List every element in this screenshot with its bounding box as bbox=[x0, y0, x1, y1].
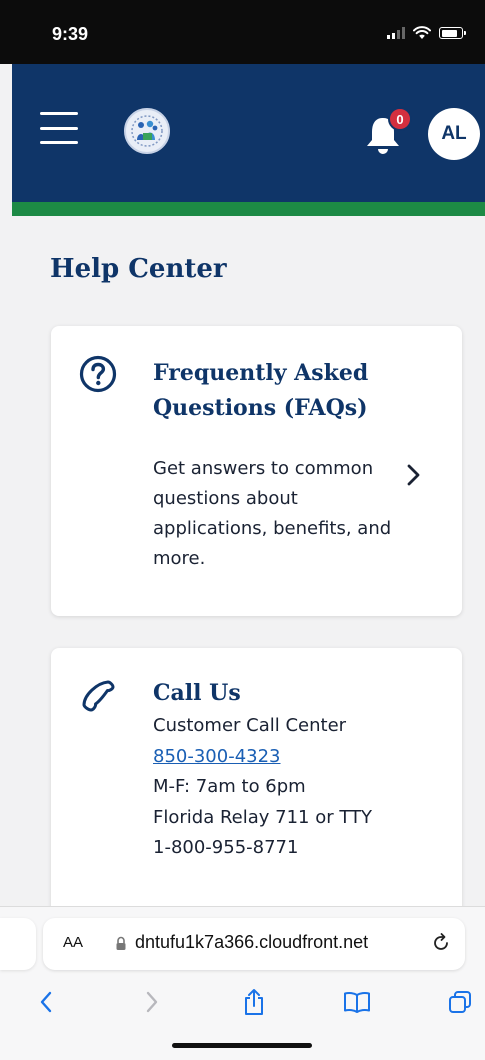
forward-icon bbox=[146, 991, 158, 1013]
forward-button[interactable] bbox=[131, 982, 171, 1022]
call-center-phone-link[interactable]: 850-300-4323 bbox=[153, 746, 281, 767]
hamburger-menu-icon[interactable] bbox=[40, 112, 78, 144]
call-us-title: Call Us bbox=[153, 680, 241, 706]
signal-icon bbox=[387, 27, 405, 39]
faq-description: Get answers to common questions about ap… bbox=[153, 458, 392, 569]
app-header: 0 AL bbox=[12, 64, 485, 204]
tty-number: 1-800-955-8771 bbox=[153, 837, 299, 858]
page-title: Help Center bbox=[50, 254, 227, 284]
share-button[interactable] bbox=[234, 982, 274, 1022]
faq-title: Frequently Asked Questions (FAQs) bbox=[153, 360, 369, 421]
text-size-button[interactable]: AA bbox=[63, 934, 83, 951]
call-us-details: Customer Call Center 850-300-4323 M-F: 7… bbox=[153, 711, 443, 864]
tabs-icon bbox=[449, 991, 471, 1013]
home-indicator bbox=[172, 1043, 312, 1048]
browser-nav-bar bbox=[0, 980, 485, 1024]
chevron-right-icon[interactable] bbox=[404, 460, 424, 490]
faq-card[interactable]: Frequently Asked Questions (FAQs) Get an… bbox=[51, 326, 462, 616]
agency-seal-logo[interactable] bbox=[124, 108, 170, 154]
back-icon bbox=[40, 991, 52, 1013]
status-bar: 9:39 bbox=[0, 0, 485, 64]
url-text[interactable]: dntufu1k7a366.cloudfront.net bbox=[135, 932, 368, 953]
wifi-icon bbox=[413, 26, 431, 39]
family-figures-icon bbox=[131, 115, 163, 147]
battery-icon bbox=[439, 27, 466, 39]
previous-tab-edge[interactable] bbox=[0, 918, 36, 970]
back-button[interactable] bbox=[27, 982, 67, 1022]
bookmarks-icon bbox=[344, 992, 370, 1013]
status-icons bbox=[387, 26, 466, 40]
status-time: 9:39 bbox=[52, 24, 89, 44]
call-center-hours: M-F: 7am to 6pm bbox=[153, 776, 306, 797]
call-us-card: Call Us Customer Call Center 850-300-432… bbox=[51, 648, 462, 918]
user-avatar[interactable]: AL bbox=[428, 108, 480, 160]
header-accent-stripe bbox=[12, 202, 485, 216]
tabs-button[interactable] bbox=[440, 982, 480, 1022]
share-icon bbox=[245, 989, 263, 1015]
call-center-label: Customer Call Center bbox=[153, 715, 347, 736]
address-bar[interactable]: AA dntufu1k7a366.cloudfront.net bbox=[43, 918, 465, 970]
relay-label: Florida Relay 711 or TTY bbox=[153, 806, 373, 828]
bookmarks-button[interactable] bbox=[337, 982, 377, 1022]
notification-count-badge: 0 bbox=[388, 107, 412, 131]
reload-icon[interactable] bbox=[430, 932, 452, 954]
question-circle-icon bbox=[79, 355, 117, 393]
phone-icon bbox=[82, 680, 115, 712]
lock-icon bbox=[116, 936, 126, 950]
